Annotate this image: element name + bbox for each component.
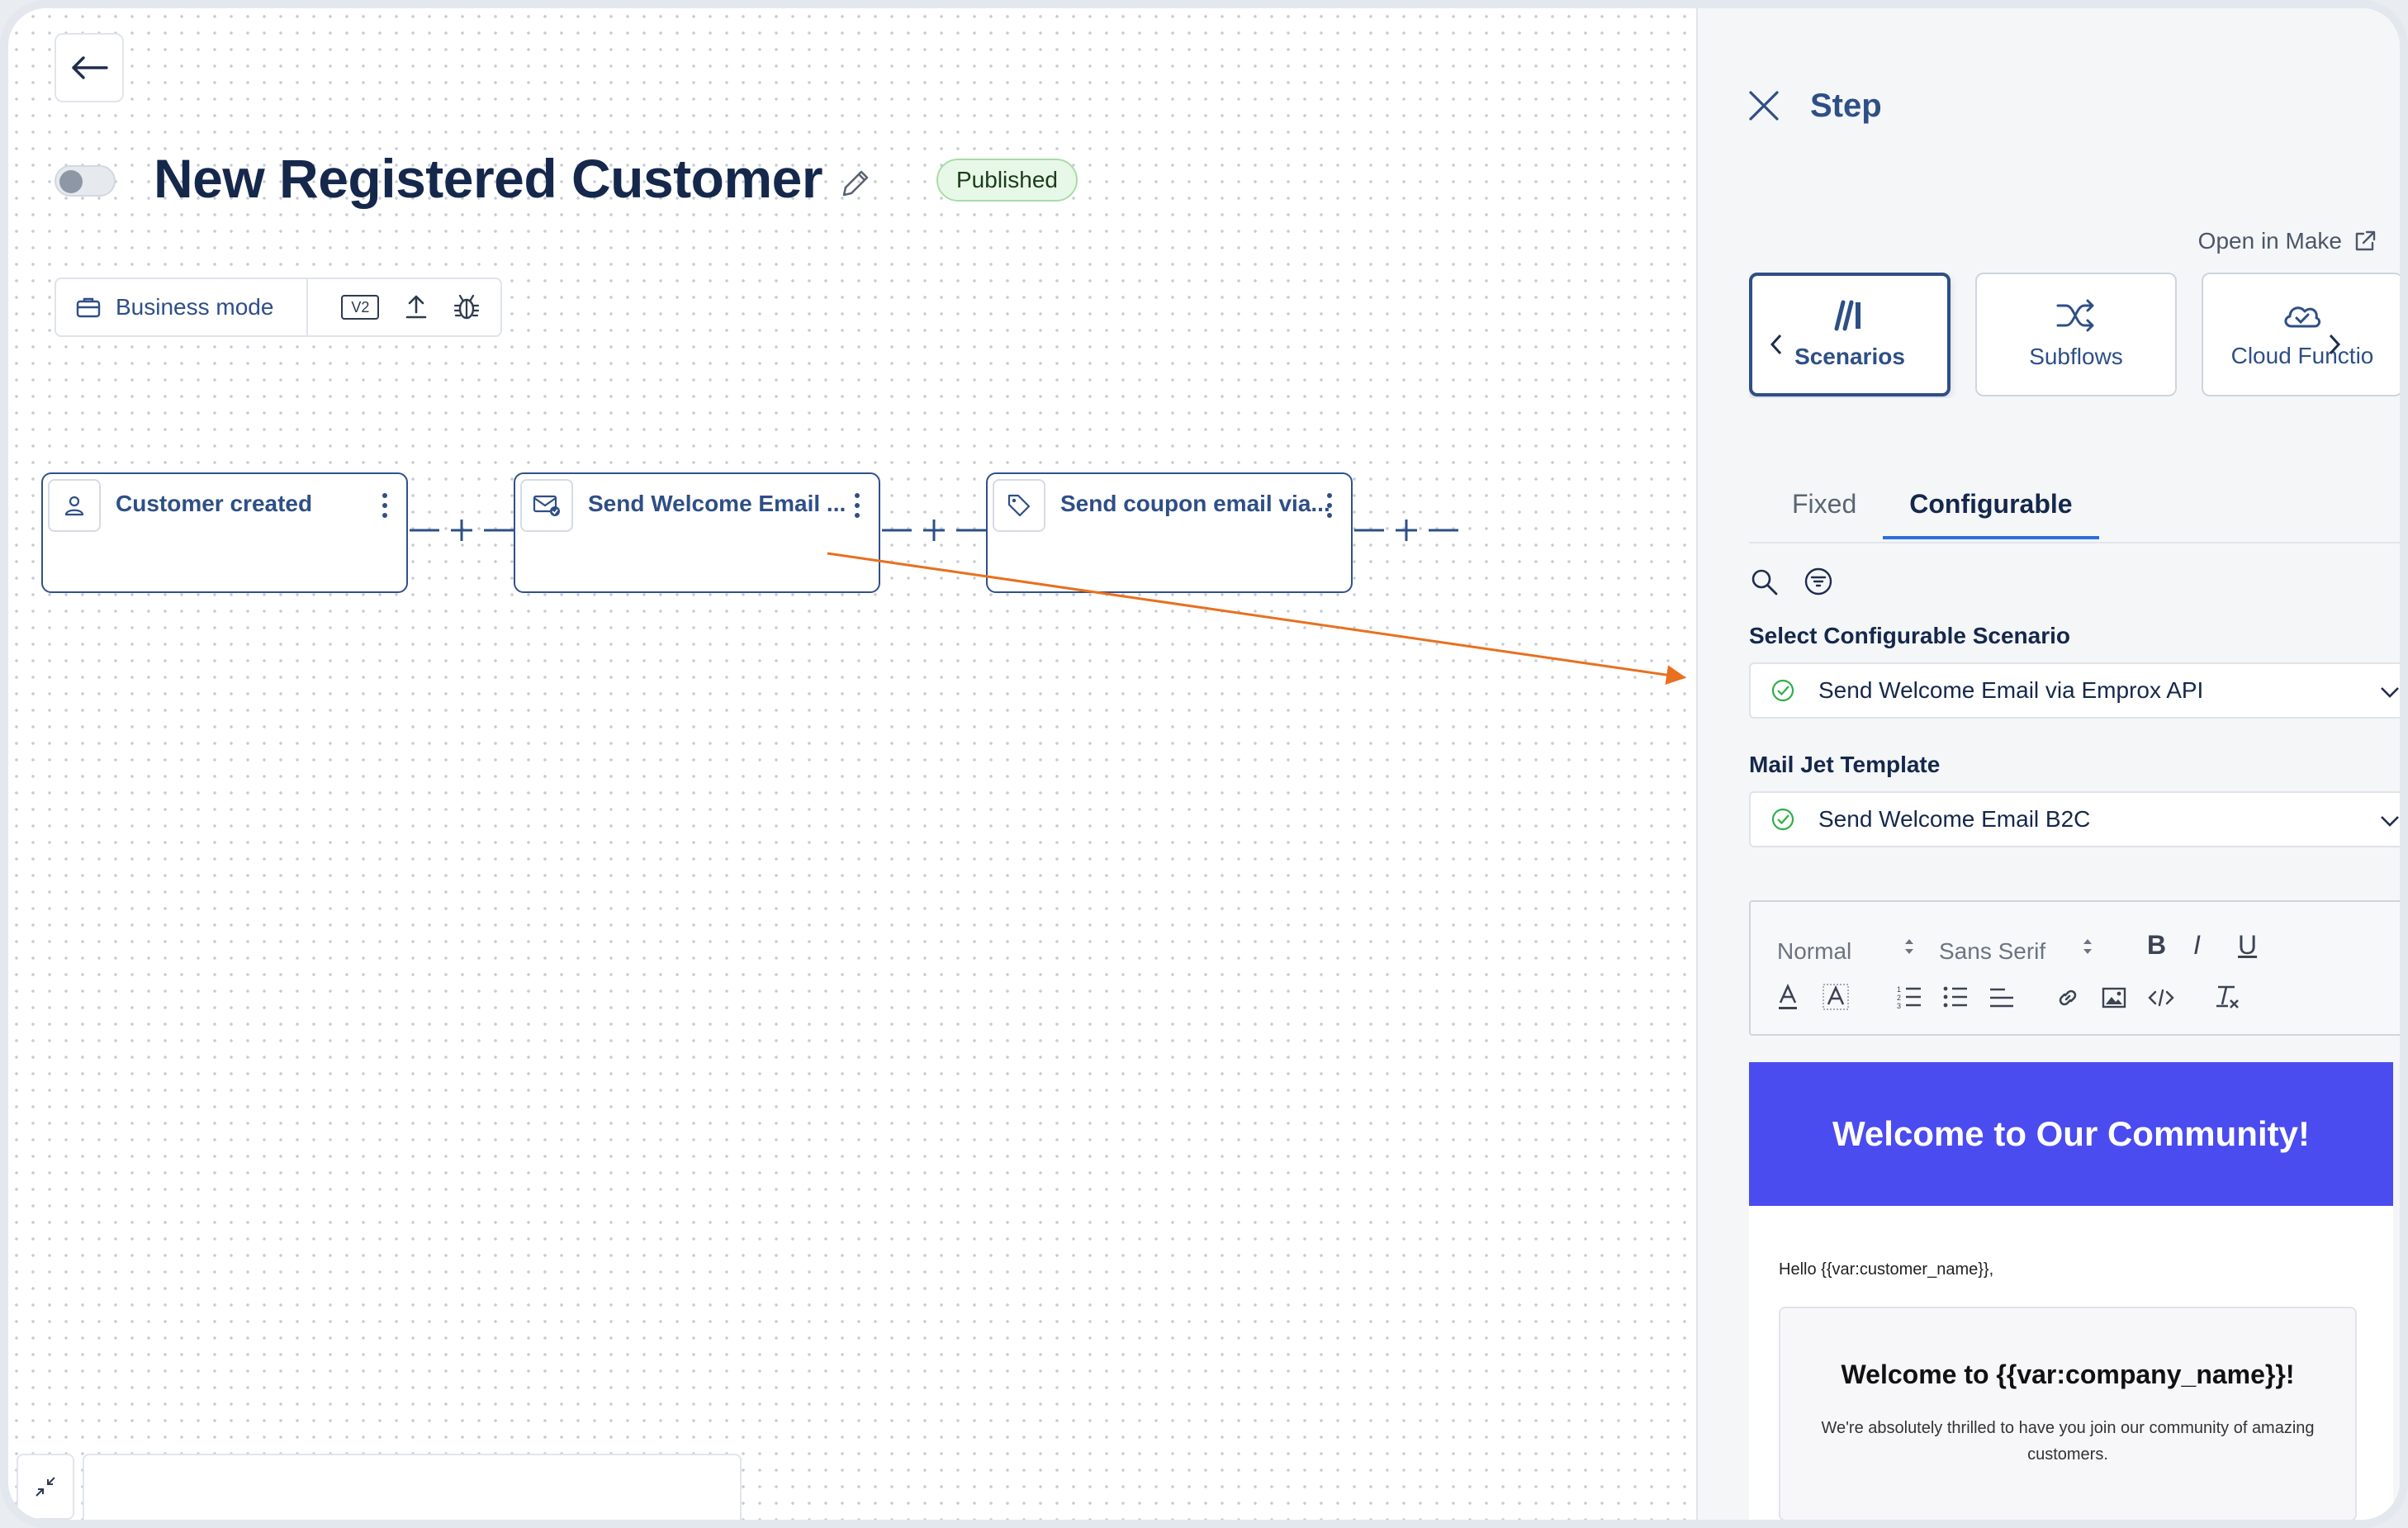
open-in-make-link[interactable]: Open in Make xyxy=(2198,228,2377,254)
chevron-down-icon xyxy=(2381,687,2399,698)
chevron-left-icon[interactable] xyxy=(1769,332,1784,357)
minimap[interactable] xyxy=(83,1454,742,1520)
app-frame: New Registered Customer Published Busine… xyxy=(0,0,2408,1528)
business-mode-button[interactable]: Business mode xyxy=(56,279,309,335)
business-mode-label: Business mode xyxy=(116,294,274,320)
canvas-toolbar: Business mode V2 xyxy=(55,278,502,337)
node-icon-box xyxy=(520,479,573,532)
clear-format-icon[interactable] xyxy=(2213,983,2241,1011)
format-select[interactable]: Normal xyxy=(1777,938,1851,965)
filter-icon[interactable] xyxy=(1804,567,1833,596)
node-send-welcome-email[interactable]: Send Welcome Email ... xyxy=(514,472,880,593)
chevron-right-icon[interactable] xyxy=(2327,332,2342,357)
panel-tabs: Fixed Configurable xyxy=(1766,489,2099,539)
briefcase-icon xyxy=(76,297,101,318)
underline-button[interactable]: U xyxy=(2238,930,2257,961)
workflow-canvas[interactable]: New Registered Customer Published Busine… xyxy=(8,8,1696,1520)
external-link-icon xyxy=(2355,230,2376,251)
scenarios-icon xyxy=(1834,300,1861,331)
updown-icon xyxy=(2083,939,2092,954)
tag-icon xyxy=(1007,494,1031,517)
code-icon[interactable] xyxy=(2147,985,2175,1011)
tab-divider xyxy=(1749,542,2400,543)
scenario-field-label: Select Configurable Scenario xyxy=(1749,623,2070,648)
connector-add-1[interactable] xyxy=(410,514,514,547)
font-select[interactable]: Sans Serif xyxy=(1939,938,2045,965)
status-badge: Published xyxy=(936,159,1078,202)
ordered-list-icon[interactable]: 1 2 3 xyxy=(1896,985,1922,1009)
node-customer-created[interactable]: Customer created xyxy=(41,472,408,593)
template-field-label: Mail Jet Template xyxy=(1749,752,1941,777)
toggle-knob xyxy=(59,170,83,193)
toolbar-tools: V2 xyxy=(308,293,480,321)
email-greeting: Hello {{var:customer_name}}, xyxy=(1779,1260,1994,1279)
check-circle-icon xyxy=(1771,679,1794,702)
scenario-select[interactable]: Send Welcome Email via Emprox API xyxy=(1749,662,2400,719)
search-filter-bar xyxy=(1749,567,1833,596)
more-vertical-icon[interactable] xyxy=(380,491,390,520)
panel-title: Step xyxy=(1810,88,1882,124)
connector-add-2[interactable] xyxy=(882,514,986,547)
category-label: Subflows xyxy=(2029,344,2123,369)
step-panel: Step Open in Make Scenarios Subflows Clo… xyxy=(1696,8,2400,1520)
cloud-icon xyxy=(2284,306,2321,328)
updown-icon xyxy=(1905,939,1913,954)
email-body-text: We're absolutely thrilled to have you jo… xyxy=(1821,1419,2315,1464)
more-vertical-icon[interactable] xyxy=(852,491,862,520)
shuffle-icon xyxy=(2056,299,2094,332)
category-carousel: Scenarios Subflows Cloud Functio xyxy=(1749,273,2400,398)
node-icon-box xyxy=(993,479,1045,532)
text-color-icon[interactable] xyxy=(1775,983,1800,1013)
page-title: New Registered Customer xyxy=(154,148,823,209)
italic-button[interactable]: I xyxy=(2193,930,2201,961)
background-color-icon[interactable] xyxy=(1822,983,1850,1013)
version-label: V2 xyxy=(351,299,370,316)
back-button[interactable] xyxy=(55,33,124,102)
email-preview: Welcome to Our Community! Hello {{var:cu… xyxy=(1749,1062,2393,1520)
bold-button[interactable]: B xyxy=(2147,930,2166,961)
tab-configurable[interactable]: Configurable xyxy=(1883,489,2099,539)
node-label: Send coupon email via... xyxy=(1060,491,1330,516)
search-icon[interactable] xyxy=(1749,567,1779,596)
node-send-coupon-email[interactable]: Send coupon email via... xyxy=(986,472,1353,593)
version-button[interactable]: V2 xyxy=(341,295,380,320)
email-icon xyxy=(533,495,560,516)
svg-text:1: 1 xyxy=(1897,985,1901,994)
svg-text:3: 3 xyxy=(1897,1002,1901,1009)
upload-icon[interactable] xyxy=(404,294,429,320)
email-heading: Welcome to {{var:company_name}}! xyxy=(1841,1360,2295,1389)
more-vertical-icon[interactable] xyxy=(1325,491,1334,520)
collapse-arrows-icon xyxy=(36,1477,55,1497)
align-left-icon[interactable] xyxy=(1988,985,2015,1011)
svg-text:2: 2 xyxy=(1897,994,1901,1002)
email-hero-banner: Welcome to Our Community! xyxy=(1749,1062,2393,1206)
node-icon-box xyxy=(48,479,101,532)
image-icon[interactable] xyxy=(2101,985,2127,1011)
close-icon[interactable] xyxy=(1746,88,1782,124)
check-circle-icon xyxy=(1771,808,1794,831)
open-in-make-label: Open in Make xyxy=(2197,228,2342,254)
link-icon[interactable] xyxy=(2055,985,2081,1011)
rich-text-toolbar: Normal Sans Serif B I U 1 2 3 xyxy=(1749,900,2400,1036)
user-icon xyxy=(64,496,84,516)
workflow-enabled-toggle[interactable] xyxy=(55,165,116,197)
scenario-select-value: Send Welcome Email via Emprox API xyxy=(1818,677,2204,703)
pencil-icon[interactable] xyxy=(837,165,874,202)
bullet-list-icon[interactable] xyxy=(1942,985,1969,1009)
tab-fixed[interactable]: Fixed xyxy=(1766,489,1883,539)
collapse-button[interactable] xyxy=(17,1454,74,1520)
connector-add-3[interactable] xyxy=(1354,514,1458,547)
template-select[interactable]: Send Welcome Email B2C xyxy=(1749,791,2400,847)
category-label: Cloud Functio xyxy=(2230,343,2374,368)
email-welcome-box: Welcome to {{var:company_name}}! We're a… xyxy=(1779,1307,2357,1520)
category-card-cloud-functions[interactable]: Cloud Functio xyxy=(2202,273,2400,396)
chevron-down-icon xyxy=(2381,816,2399,827)
bug-icon[interactable] xyxy=(453,293,480,321)
category-label: Scenarios xyxy=(1794,344,1905,369)
arrow-left-icon xyxy=(72,56,108,79)
node-label: Customer created xyxy=(116,491,313,516)
template-select-value: Send Welcome Email B2C xyxy=(1818,806,2091,832)
node-label: Send Welcome Email ... xyxy=(588,491,846,516)
category-card-subflows[interactable]: Subflows xyxy=(1975,273,2177,396)
